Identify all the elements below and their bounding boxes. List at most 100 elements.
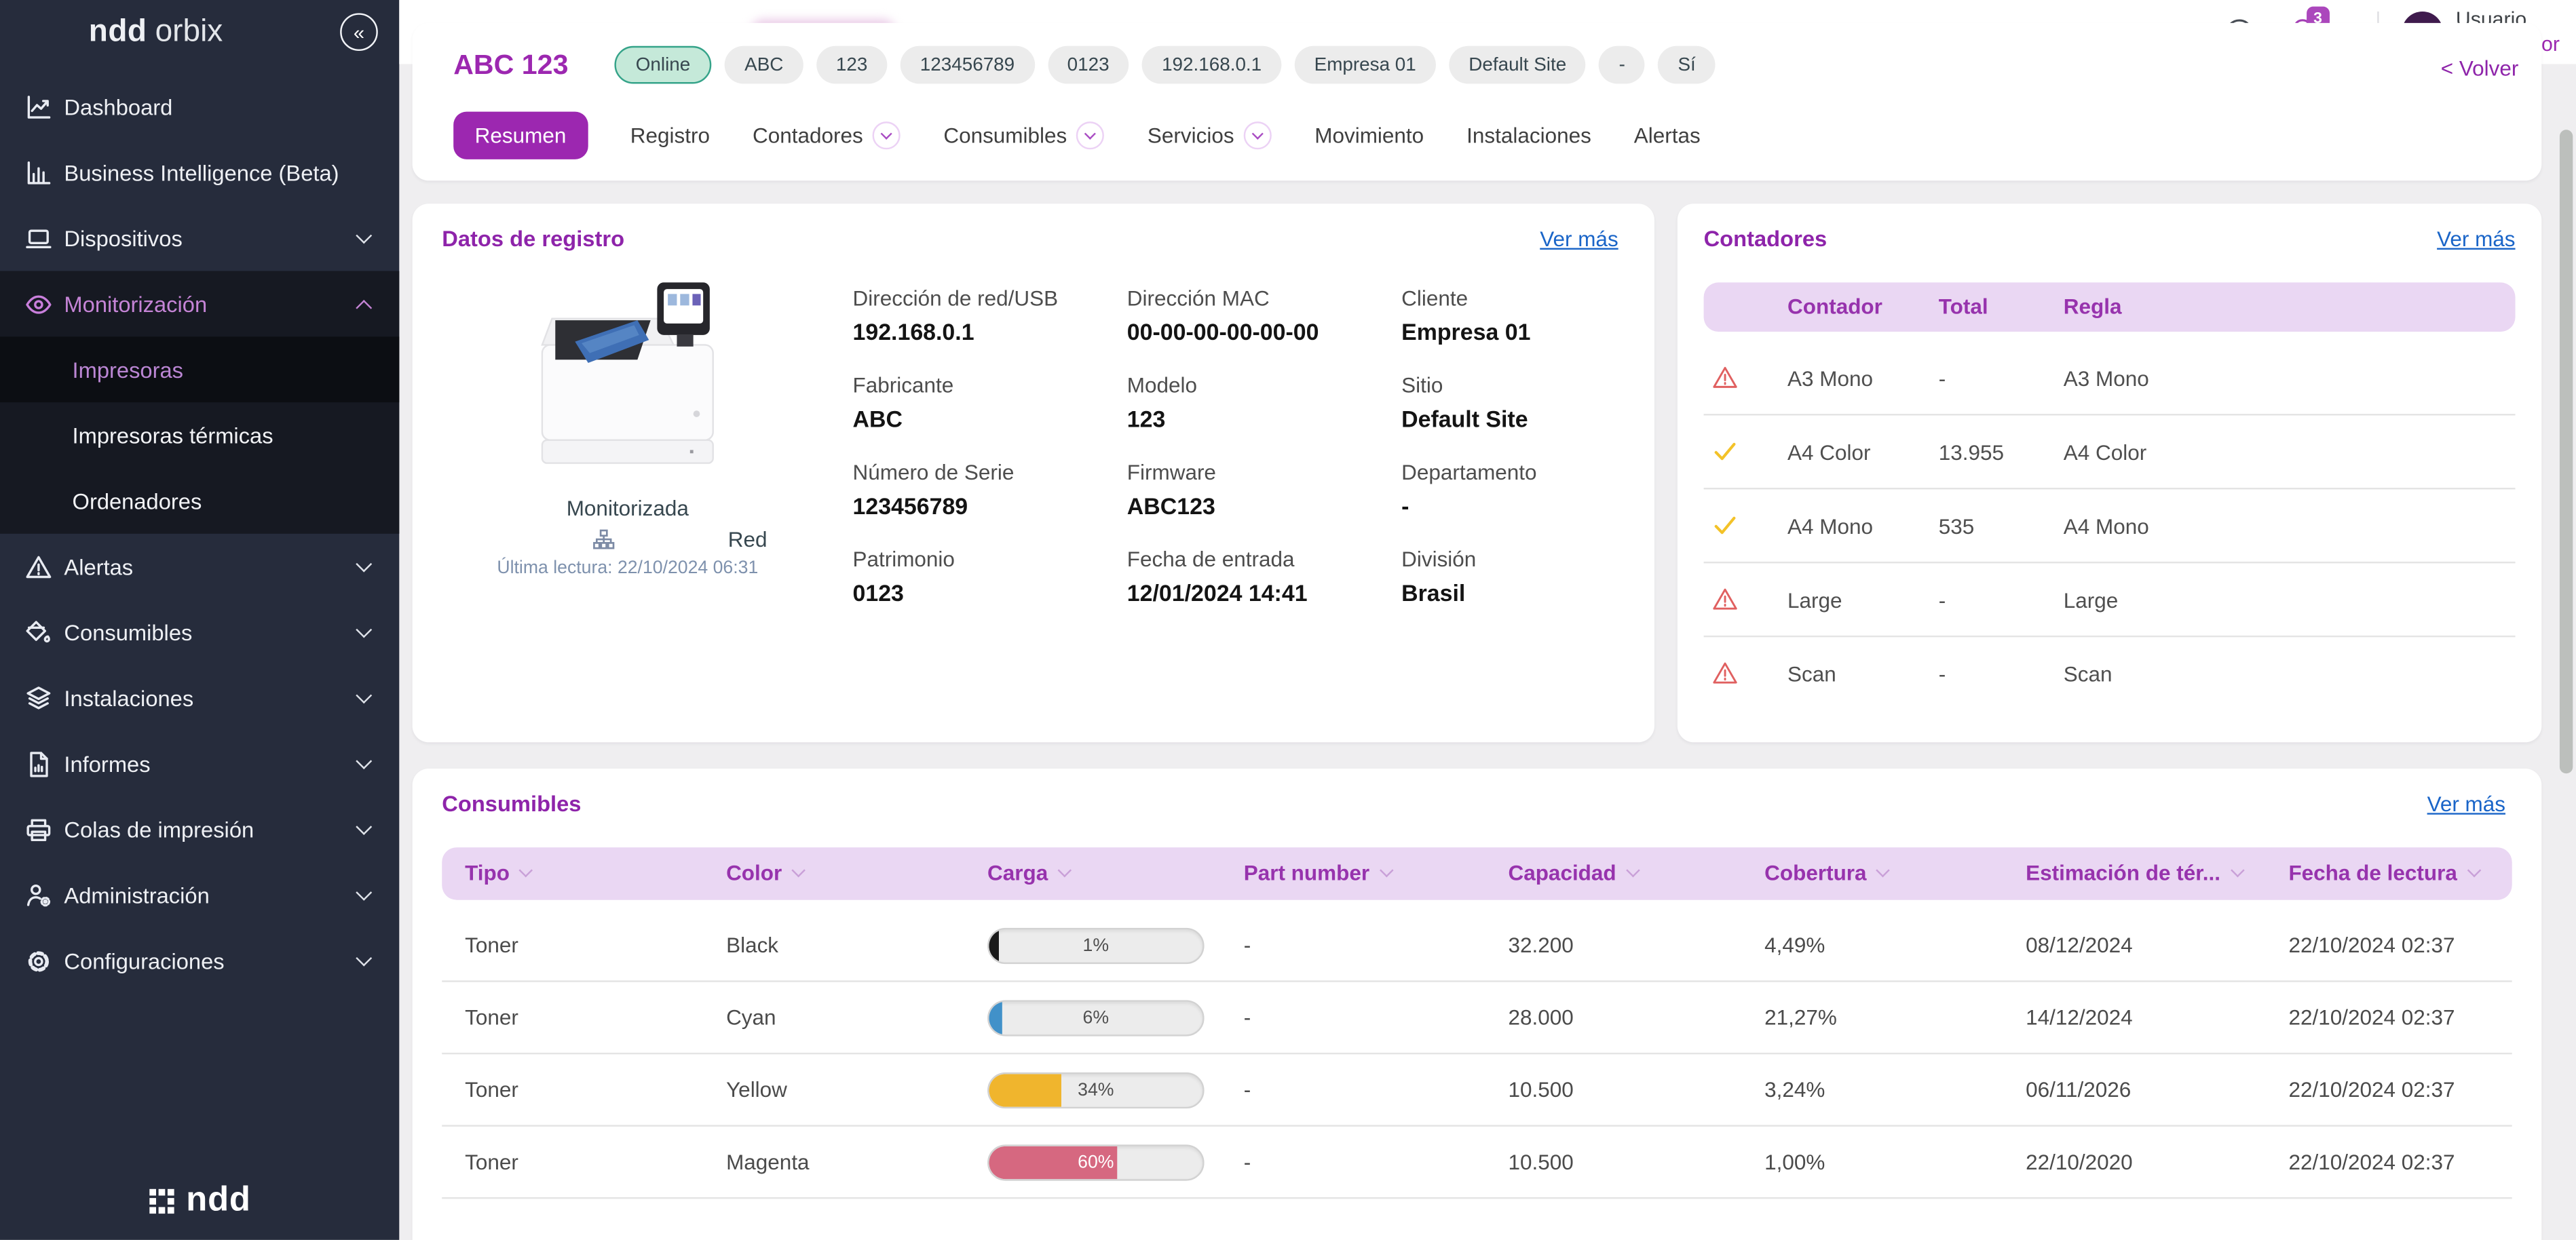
sidebar-collapse-icon[interactable]: «: [340, 13, 378, 52]
table-row[interactable]: Large - Large: [1703, 563, 2516, 638]
device-tabs: Resumen Registro Contadores Consumibles …: [453, 111, 1701, 159]
column-contador: Contador: [1787, 294, 1882, 319]
field-value: ABC: [852, 405, 903, 432]
cell-regla: Scan: [2063, 661, 2113, 686]
sidebar-subitem-impresoras[interactable]: Impresoras: [0, 336, 400, 403]
table-row[interactable]: A4 Color 13.955 A4 Color: [1703, 416, 2516, 490]
column-capacidad[interactable]: Capacidad: [1508, 860, 1640, 885]
tab-movimiento[interactable]: Movimiento: [1314, 122, 1424, 147]
gear-icon: [24, 947, 52, 975]
cell-part-number: -: [1243, 1149, 1251, 1175]
sidebar-logo: ndd orbix «: [0, 0, 399, 66]
datos-ver-mas-link[interactable]: Ver más: [1540, 227, 1618, 251]
back-link[interactable]: < Volver: [2441, 56, 2519, 80]
sidebar-item-dashboard[interactable]: Dashboard: [0, 74, 399, 140]
field-direccion-mac: Dirección MAC 00-00-00-00-00-00: [1127, 286, 1390, 345]
field-label: Departamento: [1401, 459, 1537, 485]
eye-icon: [24, 290, 52, 317]
sidebar-subitem-impresoras-termicas[interactable]: Impresoras térmicas: [0, 402, 399, 468]
column-tipo[interactable]: Tipo: [465, 861, 533, 885]
contadores-ver-mas-link[interactable]: Ver más: [2437, 227, 2515, 251]
paint-bucket-icon: [24, 619, 52, 646]
sidebar-item-consumibles[interactable]: Consumibles: [0, 600, 399, 665]
tab-alertas[interactable]: Alertas: [1634, 122, 1701, 147]
tab-instalaciones[interactable]: Instalaciones: [1466, 122, 1591, 147]
check-icon: [1712, 512, 1739, 539]
cell-regla: Large: [2063, 587, 2119, 613]
toner-link[interactable]: Toner: [465, 1150, 518, 1174]
chevron-down-icon: [356, 884, 373, 901]
table-row[interactable]: Toner Magenta 60% - 10.500 1,00% 22/10/2…: [442, 1127, 2512, 1199]
chevron-down-icon: [873, 120, 901, 149]
field-division: División Brasil: [1401, 547, 1664, 606]
cell-cobertura: 21,27%: [1764, 1005, 1837, 1030]
column-carga[interactable]: Carga: [987, 860, 1072, 885]
column-label: Carga: [987, 860, 1048, 885]
tab-consumibles[interactable]: Consumibles: [943, 120, 1105, 149]
device-header-card: ABC 123 Online ABC 123 123456789 0123 19…: [412, 22, 2542, 181]
column-estimacion[interactable]: Estimación de tér...: [2026, 861, 2244, 885]
connection-label: Red: [727, 527, 768, 552]
sidebar-item-colas-de-impresion[interactable]: Colas de impresión: [0, 796, 399, 862]
table-row[interactable]: A3 Mono - A3 Mono: [1703, 342, 2516, 416]
logo-orbix-text: orbix: [155, 14, 223, 50]
cell-capacidad: 10.500: [1508, 1149, 1574, 1175]
sidebar-item-label: Monitorización: [64, 291, 208, 317]
tab-registro[interactable]: Registro: [630, 122, 710, 147]
cell-color: Magenta: [726, 1149, 810, 1175]
column-color[interactable]: Color: [726, 861, 806, 885]
cell-regla: A4 Color: [2063, 440, 2147, 465]
toner-link[interactable]: Toner: [465, 1005, 518, 1030]
sidebar-item-dispositivos[interactable]: Dispositivos: [0, 206, 399, 271]
field-fabricante: Fabricante ABC: [852, 373, 1115, 432]
sidebar-subitem-ordenadores[interactable]: Ordenadores: [0, 468, 399, 534]
tab-contadores[interactable]: Contadores: [753, 120, 901, 149]
field-firmware: Firmware ABC123: [1127, 460, 1390, 519]
cell-fecha-lectura: 22/10/2024 02:37: [2288, 1149, 2455, 1175]
toner-link[interactable]: Toner: [465, 933, 518, 957]
toner-link[interactable]: Toner: [465, 1077, 518, 1102]
sidebar-item-informes[interactable]: Informes: [0, 731, 399, 796]
pill-serie: 123456789: [900, 45, 1035, 84]
table-row[interactable]: A4 Mono 535 A4 Mono: [1703, 489, 2516, 564]
column-cobertura[interactable]: Cobertura: [1764, 861, 1891, 885]
cell-capacidad: 28.000: [1508, 1005, 1574, 1030]
sidebar-item-alertas[interactable]: Alertas: [0, 534, 399, 600]
cell-fecha-lectura: 22/10/2024 02:37: [2288, 933, 2455, 958]
column-part-number[interactable]: Part number: [1244, 861, 1393, 885]
sidebar-item-label: Dispositivos: [64, 225, 183, 251]
sidebar-item-business-intelligence[interactable]: Business Intelligence (Beta): [0, 140, 399, 206]
table-row[interactable]: Toner Yellow 34% - 10.500 3,24% 06/11/20…: [442, 1054, 2512, 1127]
tab-servicios[interactable]: Servicios: [1148, 120, 1272, 149]
chevron-down-icon: [356, 556, 373, 573]
monitored-label: Monitorizada: [566, 496, 689, 521]
pill-si: Sí: [1658, 45, 1716, 84]
ndd-footer-text: ndd: [186, 1180, 251, 1219]
sort-caret-icon: [1057, 863, 1072, 878]
field-value: 0123: [852, 579, 904, 606]
table-row[interactable]: Toner Black 1% - 32.200 4,49% 08/12/2024…: [442, 910, 2512, 982]
printer-icon: [24, 815, 52, 843]
consumibles-ver-mas-link[interactable]: Ver más: [2427, 792, 2505, 816]
table-row[interactable]: Scan - Scan: [1704, 637, 2516, 711]
sidebar-item-administracion[interactable]: Administración: [0, 862, 399, 928]
sidebar-item-label: Configuraciones: [64, 948, 225, 973]
consumibles-rows: Toner Black 1% - 32.200 4,49% 08/12/2024…: [442, 910, 2512, 1199]
column-fecha-lectura[interactable]: Fecha de lectura: [2288, 861, 2481, 885]
sidebar-item-configuraciones[interactable]: Configuraciones: [0, 928, 399, 994]
carga-progress-bar: 60%: [987, 1144, 1205, 1181]
sort-caret-icon: [518, 863, 533, 878]
cell-part-number: -: [1243, 1077, 1251, 1102]
tab-resumen[interactable]: Resumen: [453, 111, 588, 159]
connection-row: Red: [488, 527, 768, 551]
scrollbar[interactable]: [2559, 130, 2573, 774]
sidebar-item-instalaciones[interactable]: Instalaciones: [0, 665, 399, 731]
column-label: Capacidad: [1508, 860, 1616, 885]
field-direccion-red: Dirección de red/USB 192.168.0.1: [852, 286, 1115, 345]
cell-fecha-lectura: 22/10/2024 02:37: [2288, 1077, 2455, 1102]
table-row[interactable]: Toner Cyan 6% - 28.000 21,27% 14/12/2024…: [442, 982, 2512, 1055]
cell-contador: A4 Mono: [1787, 514, 1874, 539]
sidebar-item-monitorizacion[interactable]: Monitorización: [0, 271, 399, 336]
field-label: Número de Serie: [852, 459, 1015, 485]
column-total: Total: [1938, 294, 1988, 319]
